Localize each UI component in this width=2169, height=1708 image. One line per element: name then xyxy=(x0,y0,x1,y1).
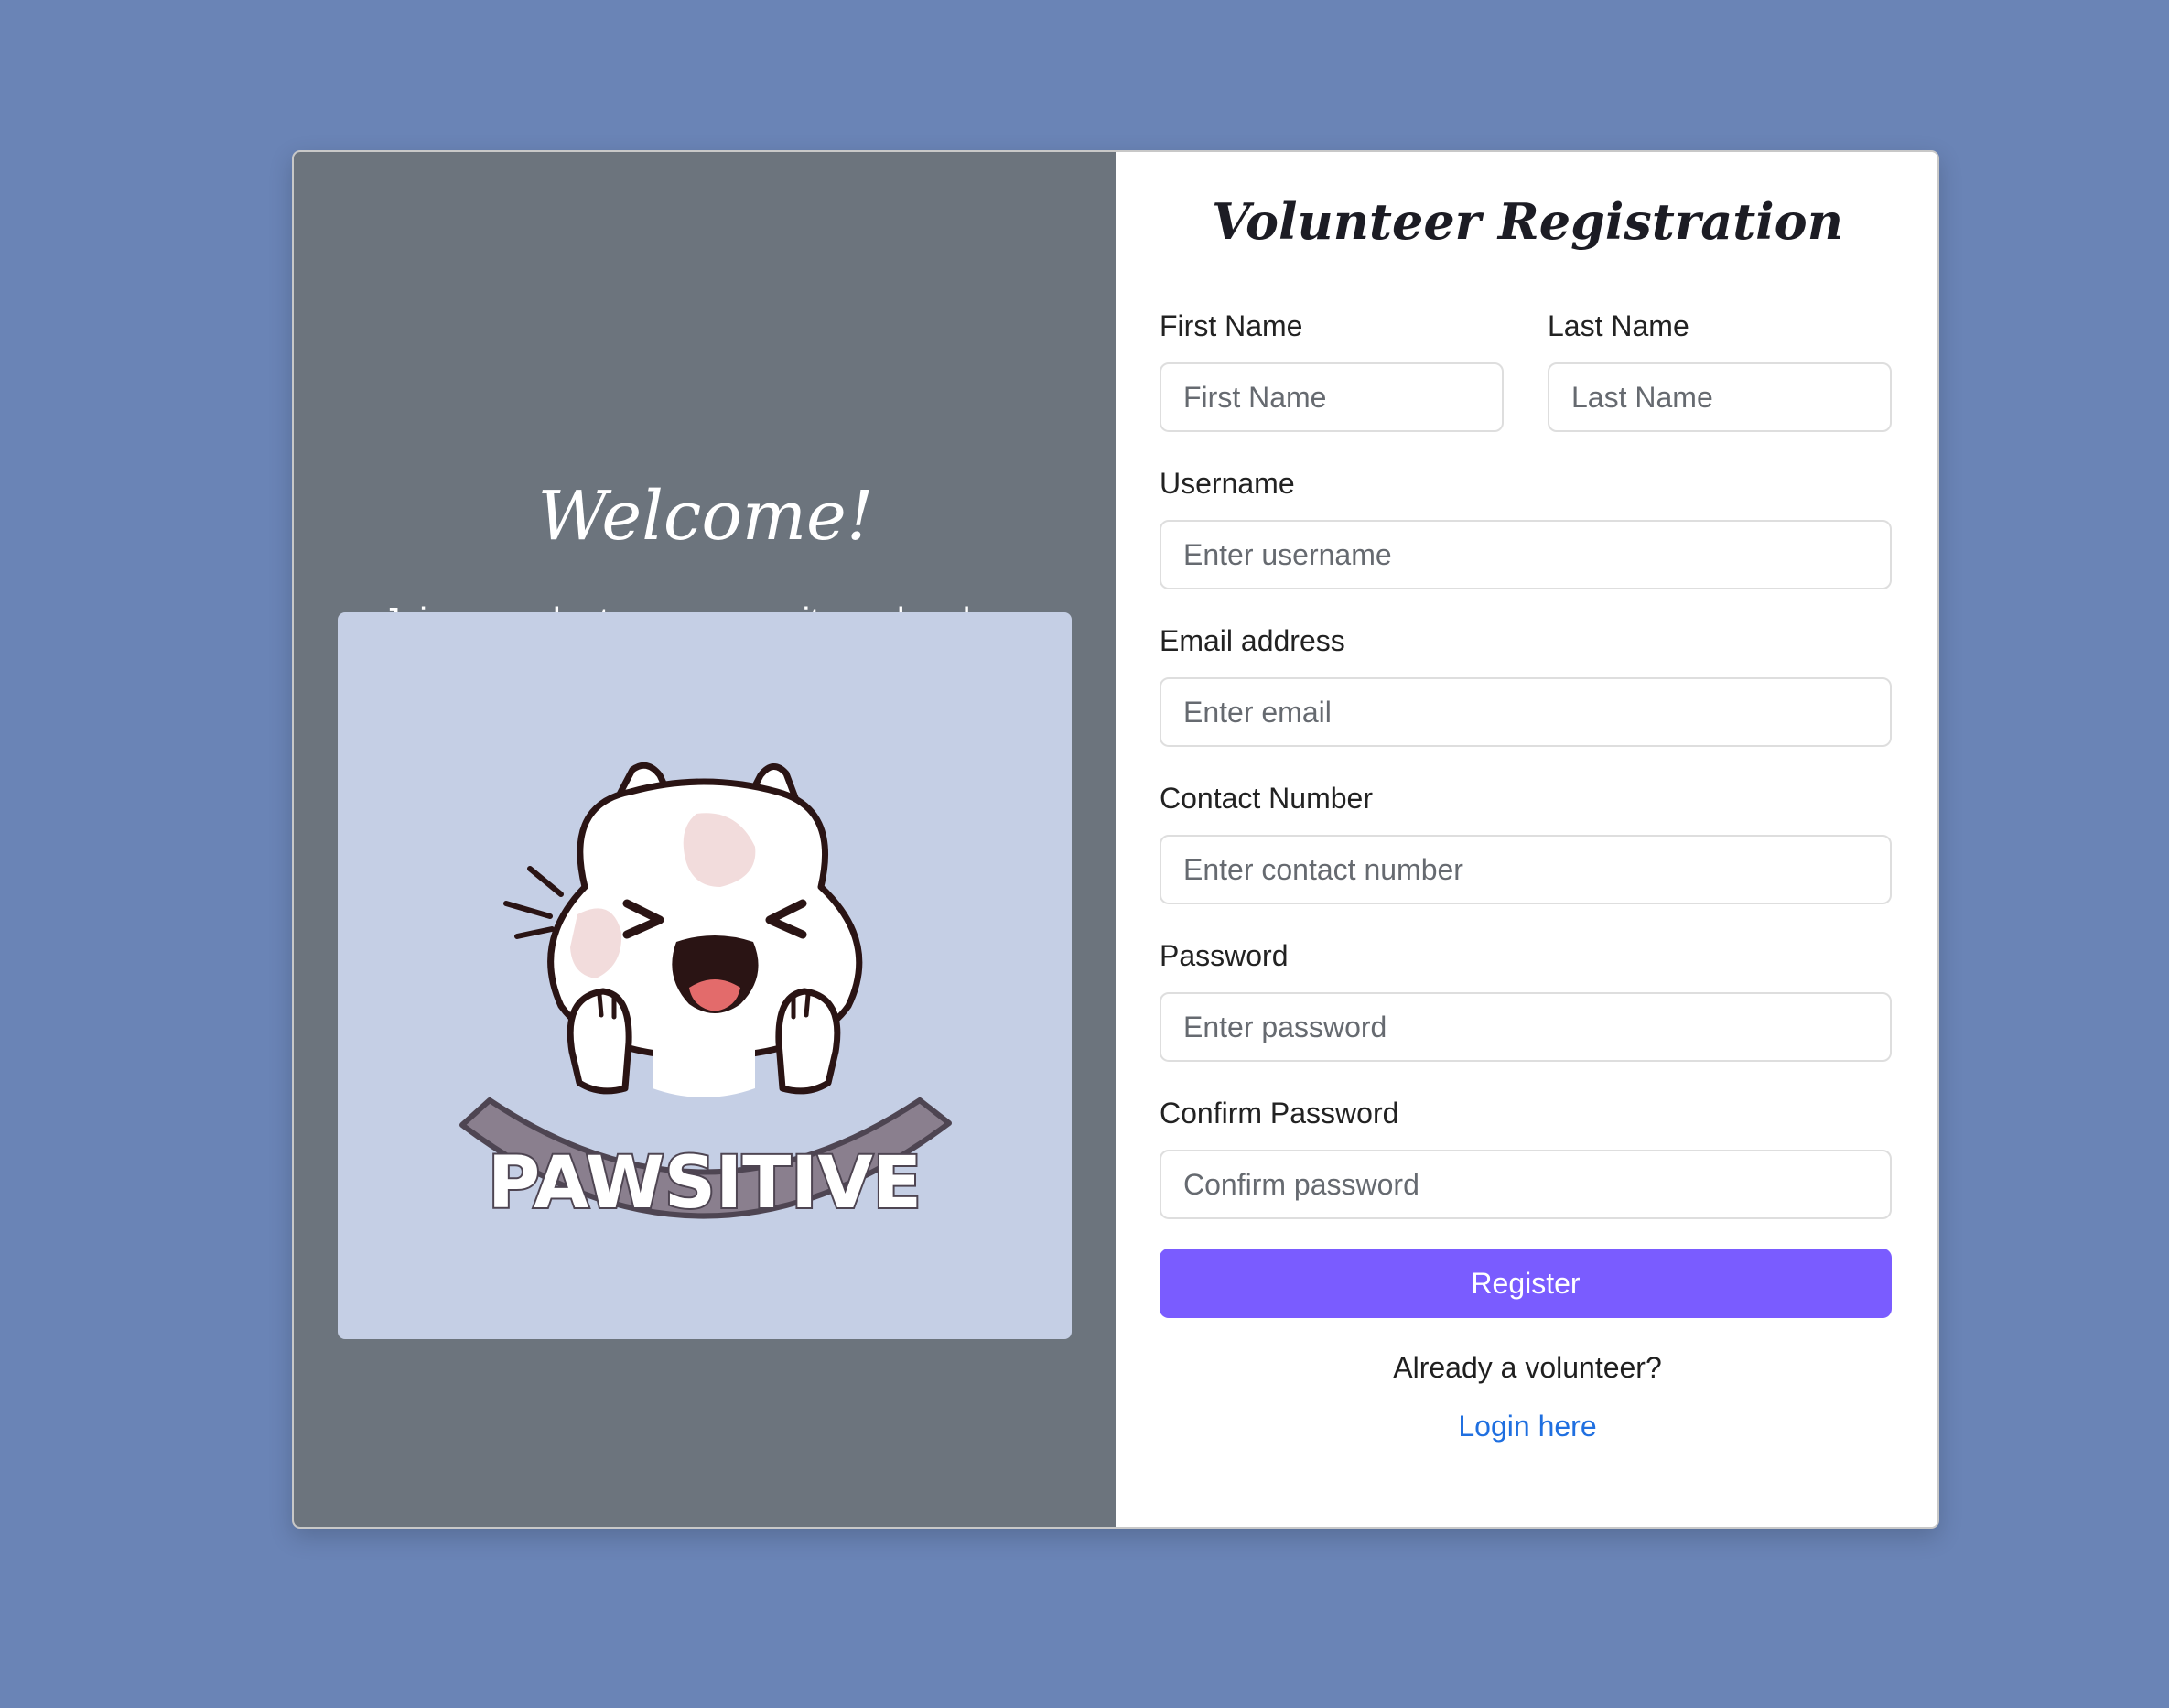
email-label: Email address xyxy=(1160,624,1345,657)
confirm-password-input[interactable] xyxy=(1160,1150,1892,1219)
already-volunteer-text: Already a volunteer? xyxy=(1393,1351,1662,1384)
contact-number-input[interactable] xyxy=(1160,835,1892,904)
registration-form-panel: Volunteer Registration First Name Last N… xyxy=(1116,152,1937,1527)
register-button[interactable]: Register xyxy=(1160,1249,1892,1318)
logo-wordmark: PAWSITIVE xyxy=(488,1142,922,1225)
password-input[interactable] xyxy=(1160,992,1892,1062)
username-label: Username xyxy=(1160,467,1295,500)
welcome-panel: Welcome! Join our volunteer community an… xyxy=(294,152,1116,1527)
contact-number-label: Contact Number xyxy=(1160,782,1373,815)
username-input[interactable] xyxy=(1160,520,1892,589)
cat-mascot-icon: PAWSITIVE xyxy=(459,762,952,1227)
email-input[interactable] xyxy=(1160,677,1892,747)
form-title: Volunteer Registration xyxy=(1212,192,1843,251)
first-name-label: First Name xyxy=(1160,309,1303,342)
registration-card: Welcome! Join our volunteer community an… xyxy=(292,150,1939,1529)
last-name-label: Last Name xyxy=(1548,309,1689,342)
welcome-heading: Welcome! xyxy=(537,477,874,556)
first-name-input[interactable] xyxy=(1160,362,1504,432)
confirm-password-label: Confirm Password xyxy=(1160,1097,1399,1130)
last-name-input[interactable] xyxy=(1548,362,1892,432)
password-label: Password xyxy=(1160,939,1289,972)
login-link[interactable]: Login here xyxy=(1116,1410,1937,1443)
mascot-image: PAWSITIVE xyxy=(338,612,1072,1339)
